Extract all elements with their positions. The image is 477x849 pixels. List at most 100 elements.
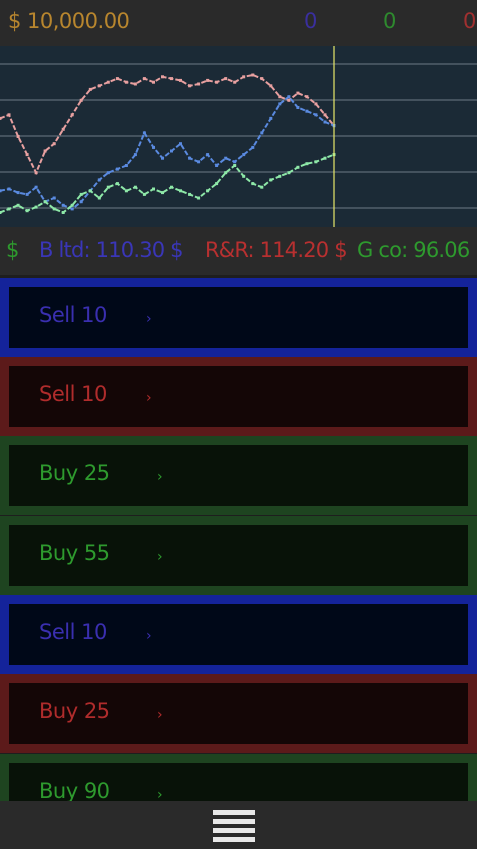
order-button[interactable]: Sell 10 › <box>0 357 477 436</box>
order-list[interactable]: Sell 10 › Sell 10 › Buy 25 › Buy 55 › Se… <box>0 278 477 801</box>
chevron-right-icon: › <box>157 469 163 485</box>
series-0-point <box>0 116 2 120</box>
chevron-right-icon: › <box>146 311 152 327</box>
series-2-point <box>61 211 65 214</box>
series-0-point <box>25 153 29 157</box>
series-2-point <box>233 164 237 167</box>
series-2-point <box>25 209 29 213</box>
series-2-point <box>305 162 309 166</box>
order-button[interactable]: Sell 10 › <box>0 278 477 357</box>
series-1-point <box>224 156 228 160</box>
series-2-point <box>43 200 47 204</box>
series-2-point <box>142 192 146 196</box>
hamburger-menu-icon[interactable] <box>213 807 255 843</box>
order-label: Sell 10 <box>39 382 107 406</box>
order-panel: Sell 10 › <box>9 366 468 427</box>
series-2-point <box>170 185 173 189</box>
series-0-point <box>197 82 201 86</box>
series-2-point <box>188 192 192 196</box>
order-panel: Buy 25 › <box>9 683 468 744</box>
order-button[interactable]: Buy 90 › <box>0 754 477 801</box>
series-1-point <box>79 200 83 204</box>
series-2-point <box>70 203 74 207</box>
series-line-2 <box>0 153 335 214</box>
series-0-point <box>278 95 282 99</box>
series-1-point <box>206 153 210 157</box>
series-1-point <box>97 178 101 182</box>
holding-b-ltd: 0 <box>304 9 318 33</box>
series-1-point <box>152 145 155 149</box>
series-0-point <box>152 80 155 84</box>
series-1-point <box>305 109 309 113</box>
series-1-point <box>52 196 56 200</box>
series-1-point <box>25 192 29 196</box>
order-button[interactable]: Buy 25 › <box>0 436 477 515</box>
series-0-point <box>79 98 83 102</box>
series-2-point <box>16 203 20 207</box>
series-2-point <box>251 182 255 186</box>
series-1-point <box>61 203 65 207</box>
series-2-point <box>97 196 101 200</box>
series-0-point <box>142 77 146 81</box>
series-0-point <box>124 80 128 84</box>
series-1-point <box>287 95 291 99</box>
price-chart <box>0 46 477 227</box>
order-button[interactable]: Sell 10 › <box>0 595 477 674</box>
series-0-point <box>215 80 219 84</box>
status-bar: $ 10,000.00 0 0 0 <box>0 0 477 46</box>
series-2-point <box>179 189 182 193</box>
series-2-point <box>115 182 119 186</box>
series-2-point <box>52 207 56 211</box>
order-label: Buy 55 <box>39 541 110 565</box>
series-2-point <box>7 207 11 211</box>
chevron-right-icon: › <box>157 787 163 801</box>
series-2-point <box>0 211 2 214</box>
order-panel: Buy 90 › <box>9 763 468 801</box>
series-0-point <box>7 113 11 117</box>
series-0-point <box>206 78 210 82</box>
series-0-point <box>251 73 255 77</box>
order-button[interactable]: Buy 25 › <box>0 674 477 753</box>
series-1-point <box>161 156 164 160</box>
order-panel: Buy 25 › <box>9 445 468 506</box>
series-2-point <box>88 189 92 193</box>
series-0-point <box>61 127 65 131</box>
ticker-r-and-r: R&R: 114.20 $ <box>205 238 348 262</box>
price-chart-svg <box>0 46 477 227</box>
series-1-point <box>197 160 201 164</box>
series-1-point <box>233 160 237 164</box>
series-1-point <box>260 131 264 135</box>
series-1-point <box>278 102 282 106</box>
ticker-g-co: G co: 96.06 <box>357 238 470 262</box>
series-2-point <box>161 191 164 195</box>
series-1-point <box>34 185 38 189</box>
series-1-point <box>251 145 255 149</box>
series-1-point <box>170 149 173 153</box>
order-button[interactable]: Buy 55 › <box>0 516 477 595</box>
order-label: Buy 25 <box>39 461 110 485</box>
series-0-point <box>106 80 110 84</box>
series-2-point <box>242 174 246 178</box>
series-2-point <box>287 171 291 175</box>
series-2-point <box>296 165 300 169</box>
series-2-point <box>224 171 228 175</box>
series-0-point <box>233 80 237 84</box>
series-line-0 <box>0 73 335 176</box>
series-2-point <box>106 185 110 189</box>
series-1-point <box>124 164 128 167</box>
ticker-b-ltd: B ltd: 110.30 $ <box>39 238 184 262</box>
series-0-point <box>224 77 228 81</box>
series-0-point <box>70 113 74 117</box>
series-0-point <box>260 77 264 81</box>
ticker-strip: $ B ltd: 110.30 $ R&R: 114.20 $ G co: 96… <box>0 227 477 275</box>
series-1-point <box>296 106 300 109</box>
series-0-point <box>88 87 92 91</box>
holding-r-and-r: 0 <box>463 9 477 33</box>
series-1-point <box>188 156 192 160</box>
series-0-point <box>314 102 318 106</box>
series-0-point <box>52 142 56 146</box>
series-1-point <box>215 164 219 167</box>
series-0-point <box>188 84 192 88</box>
series-1-point <box>242 153 246 157</box>
series-2-point <box>79 192 83 196</box>
